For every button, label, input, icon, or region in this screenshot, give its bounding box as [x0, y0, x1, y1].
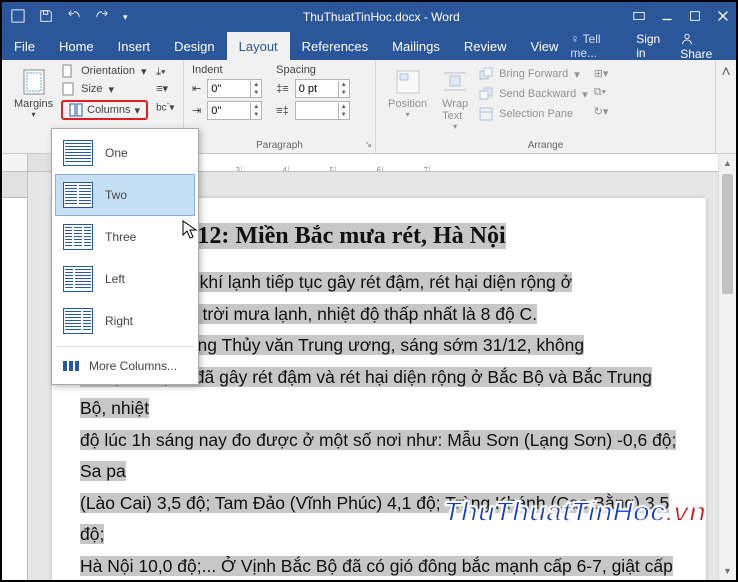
menu-bar: File Home Insert Design Layout Reference… — [2, 32, 736, 60]
tab-view[interactable]: View — [518, 32, 570, 60]
space-after-icon: ≡‡ — [276, 105, 289, 117]
space-before-input[interactable]: ▲▼ — [295, 79, 350, 98]
columns-one[interactable]: One — [55, 132, 195, 174]
save-icon[interactable] — [36, 7, 56, 28]
dropdown-separator — [57, 346, 193, 347]
close-icon[interactable] — [716, 9, 730, 26]
scroll-thumb[interactable] — [722, 174, 733, 294]
undo-icon[interactable] — [64, 7, 84, 28]
title-bar: ▾ ThuThuatTinHoc.docx - Word — [2, 2, 736, 32]
columns-left[interactable]: Left — [55, 258, 195, 300]
tab-mailings[interactable]: Mailings — [380, 32, 452, 60]
space-before-icon: ‡≡ — [276, 83, 289, 95]
columns-more[interactable]: More Columns... — [55, 351, 195, 381]
wrap-text-button[interactable]: Wrap Text▾ — [437, 64, 473, 131]
spacing-label: Spacing — [276, 64, 350, 76]
minimize-icon[interactable] — [660, 9, 674, 26]
vertical-ruler[interactable] — [2, 172, 28, 580]
ribbon-display-icon[interactable] — [632, 9, 646, 26]
group-button[interactable]: ⧉▾ — [594, 86, 609, 99]
indent-right-icon: ⇥ — [192, 104, 201, 117]
scroll-up-icon[interactable]: ▲ — [719, 154, 736, 172]
paragraph-launcher-icon[interactable]: ↘ — [364, 139, 372, 150]
redo-icon[interactable] — [92, 7, 112, 28]
qat-customize-icon[interactable]: ▾ — [120, 10, 131, 25]
sign-in[interactable]: Sign in — [636, 32, 670, 60]
share-button[interactable]: Share — [680, 32, 726, 61]
columns-button[interactable]: Columns ▾ — [61, 100, 148, 120]
app-menu-icon[interactable] — [8, 7, 28, 28]
columns-three[interactable]: Three — [55, 216, 195, 258]
hyphenation-button[interactable]: bc-▾ — [156, 98, 174, 113]
tab-file[interactable]: File — [2, 32, 47, 60]
collapse-ribbon-icon[interactable]: ˄ — [716, 60, 736, 153]
tab-home[interactable]: Home — [47, 32, 106, 60]
indent-right-input[interactable]: ▲▼ — [207, 101, 262, 120]
maximize-icon[interactable] — [688, 9, 702, 26]
align-button[interactable]: ⊞▾ — [594, 67, 609, 80]
position-button[interactable]: Position▾ — [384, 64, 431, 131]
size-button[interactable]: Size ▾ — [61, 82, 148, 96]
line-numbers-button[interactable]: ≡▾ — [156, 82, 174, 95]
space-after-input[interactable]: ▲▼ — [295, 101, 350, 120]
bring-forward-button[interactable]: Bring Forward ▾ — [479, 67, 588, 81]
indent-left-icon: ⇤ — [192, 82, 201, 95]
vertical-scrollbar[interactable]: ▲ ▼ — [718, 154, 736, 580]
margins-label: Margins — [14, 98, 53, 110]
send-backward-button[interactable]: Send Backward ▾ — [479, 87, 588, 101]
breaks-button[interactable]: ⤓▾ — [156, 66, 174, 79]
tab-insert[interactable]: Insert — [106, 32, 163, 60]
indent-label: Indent — [192, 64, 262, 76]
scroll-down-icon[interactable]: ▼ — [719, 562, 736, 580]
columns-two[interactable]: Two — [55, 174, 195, 216]
tab-layout[interactable]: Layout — [227, 32, 290, 60]
rotate-button[interactable]: ↻▾ — [594, 105, 609, 118]
wrap-label: Wrap Text — [442, 98, 468, 122]
window-title: ThuThuatTinHoc.docx - Word — [131, 10, 632, 24]
ruler-corner — [2, 154, 28, 172]
orientation-button[interactable]: Orientation ▾ — [61, 64, 148, 78]
columns-dropdown: One Two Three Left Right More Columns... — [51, 128, 199, 385]
indent-left-input[interactable]: ▲▼ — [207, 79, 262, 98]
tab-design[interactable]: Design — [162, 32, 226, 60]
selection-pane-button[interactable]: Selection Pane — [479, 107, 588, 121]
tell-me[interactable]: ♀ Tell me... — [570, 32, 626, 60]
columns-right[interactable]: Right — [55, 300, 195, 342]
tab-references[interactable]: References — [290, 32, 380, 60]
group-label-paragraph: Paragraph — [184, 140, 375, 151]
margins-button[interactable]: Margins ▾ — [10, 64, 57, 123]
group-label-arrange: Arrange — [376, 140, 715, 151]
tab-review[interactable]: Review — [452, 32, 519, 60]
